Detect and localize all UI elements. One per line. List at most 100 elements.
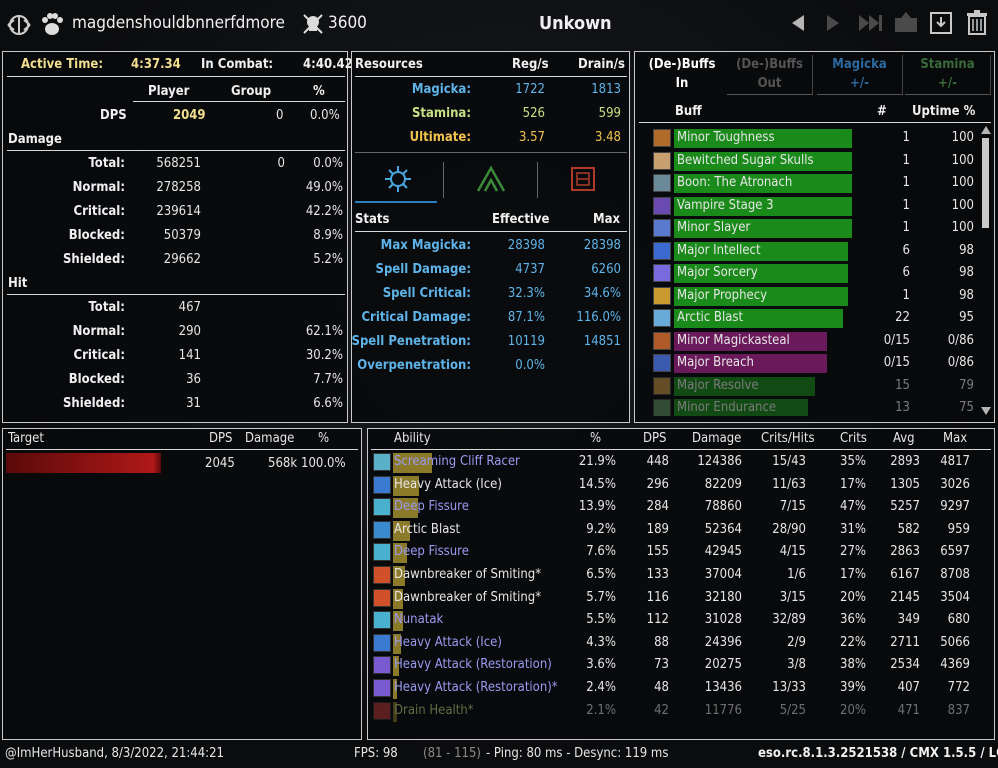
buffs-tab-3[interactable]: Stamina +/-: [905, 55, 991, 95]
damage-row-player: 50379: [163, 228, 201, 243]
player-name: magdenshouldbnnerfdmore: [72, 13, 285, 33]
ability-crits-hits: 15/43: [772, 454, 806, 469]
ability-icon: [373, 656, 391, 675]
ability-icon: [373, 679, 391, 697]
ability-row[interactable]: Heavy Attack (Ice) 4.3% 88 24396 2/9 22% 2711 5…: [368, 633, 994, 655]
target-health-bar[interactable]: [6, 453, 161, 473]
buff-name: Boon: The Atronach: [677, 175, 793, 190]
buff-icon: [653, 331, 671, 350]
col-crits: Crits: [840, 431, 867, 446]
buff-name: Minor Magickasteal: [677, 332, 790, 348]
buff-count: 1: [902, 220, 910, 235]
ability-list[interactable]: Screaming Cliff Racer 21.9% 448 124386 15/43…: [368, 451, 994, 737]
buff-icon: [653, 129, 671, 147]
buff-list[interactable]: Minor Toughness 1 100 Bewitched Sugar Skull…: [635, 124, 980, 416]
previous-fight-button[interactable]: [788, 13, 808, 33]
ability-row[interactable]: Nunatak 5.5% 112 31028 32/89 36% 349 680: [368, 610, 994, 632]
col-count: #: [877, 104, 887, 119]
save-icon[interactable]: [929, 11, 953, 35]
buff-row[interactable]: Major Resolve 15 79: [635, 376, 980, 398]
col-target: Target: [8, 431, 44, 446]
ability-row[interactable]: Heavy Attack (Ice) 14.5% 296 82209 11/63 17% 1…: [368, 475, 994, 497]
ability-name: Screaming Cliff Racer: [394, 454, 520, 469]
ability-max: 680: [947, 612, 970, 628]
stat-label: Overpenetration:: [357, 358, 471, 373]
buff-uptime: 100: [951, 130, 974, 145]
ability-pct: 4.3%: [586, 634, 616, 650]
stat-effective: 4737: [515, 262, 545, 277]
ability-icon: [373, 633, 391, 652]
scroll-down-icon[interactable]: [981, 407, 991, 415]
upload-icon[interactable]: [893, 12, 919, 34]
buff-row[interactable]: Minor Magickasteal 0/15 0/86: [635, 331, 980, 353]
ability-avg: 2145: [890, 589, 920, 605]
ability-row[interactable]: Drain Health* 2.1% 42 11776 5/25 20% 471 837: [368, 701, 994, 723]
ability-damage: 82209: [704, 476, 742, 492]
col-ability-pct: %: [590, 431, 602, 446]
buff-row[interactable]: Bewitched Sugar Skulls 1 100: [635, 151, 980, 173]
damage-section-title: Damage: [8, 132, 62, 147]
scroll-up-icon[interactable]: [981, 126, 991, 134]
buff-row[interactable]: Major Breach 0/15 0/86: [635, 353, 980, 375]
trash-icon[interactable]: [966, 10, 988, 36]
resource-reg: 1722: [515, 82, 545, 97]
ability-avg: 6167: [890, 567, 920, 582]
ability-icon: [373, 566, 391, 584]
divider: [537, 162, 538, 198]
buff-row[interactable]: Arctic Blast 22 95: [635, 308, 980, 330]
buff-count: 1: [902, 175, 910, 190]
ability-name: Heavy Attack (Ice): [394, 476, 502, 492]
buffs-tab-1[interactable]: (De-)Buffs Out: [727, 55, 813, 95]
buff-icon: [653, 174, 671, 192]
stamina-tab-icon[interactable]: [475, 164, 507, 194]
damage-row-player: 568251: [156, 156, 201, 171]
buffs-panel: (De-)Buffs In (De-)Buffs Out Magicka +/- St…: [634, 51, 995, 423]
buff-row[interactable]: Major Intellect 6 98: [635, 241, 980, 263]
health-tab-icon[interactable]: [568, 164, 598, 194]
ability-crits-hits: 1/6: [787, 567, 806, 582]
ability-pct: 2.4%: [586, 680, 616, 695]
buff-row[interactable]: Major Prophecy 1 98: [635, 286, 980, 308]
stat-max: 28398: [583, 238, 621, 253]
dps-group: 0: [276, 108, 284, 123]
ability-icon: [373, 475, 391, 494]
ability-crits-hits: 3/15: [779, 589, 806, 605]
col-buff: Buff: [675, 104, 702, 119]
hit-row-player: 467: [178, 300, 201, 315]
ability-row[interactable]: Heavy Attack (Restoration)* 2.4% 48 13436 13…: [368, 678, 994, 700]
buff-row[interactable]: Minor Slayer 1 100: [635, 218, 980, 240]
buff-row[interactable]: Vampire Stage 3 1 100: [635, 196, 980, 218]
ability-max: 837: [947, 702, 970, 718]
ability-max: 4369: [940, 657, 970, 673]
next-fight-button[interactable]: [823, 13, 843, 33]
buff-row[interactable]: Minor Endurance 13 75: [635, 398, 980, 416]
buffs-tab-0[interactable]: (De-)Buffs In: [639, 55, 725, 95]
ability-pct: 9.2%: [586, 521, 616, 537]
ability-damage: 31028: [704, 612, 742, 628]
buff-row[interactable]: Major Sorcery 6 98: [635, 263, 980, 285]
ability-row[interactable]: Deep Fissure 13.9% 284 78860 7/15 47% 5257 9297: [368, 497, 994, 519]
buff-icon: [653, 354, 671, 372]
ability-row[interactable]: Arctic Blast 9.2% 189 52364 28/90 31% 582 959: [368, 520, 994, 542]
buff-uptime: 98: [959, 287, 974, 303]
magicka-tab-icon[interactable]: [383, 164, 413, 194]
scrollbar-thumb[interactable]: [982, 138, 989, 228]
buff-uptime: 75: [959, 400, 974, 415]
hit-row-player: 290: [178, 324, 201, 339]
ability-row[interactable]: Screaming Cliff Racer 21.9% 448 124386 15/43…: [368, 452, 994, 474]
hit-row-label: Normal:: [72, 324, 125, 339]
buff-row[interactable]: Minor Toughness 1 100: [635, 128, 980, 150]
stat-label: Critical Damage:: [361, 310, 471, 325]
divider: [7, 150, 345, 151]
hit-row-player: 31: [186, 396, 201, 411]
ability-row[interactable]: Dawnbreaker of Smiting* 6.5% 133 37004 1/6 17…: [368, 565, 994, 587]
last-fight-button[interactable]: [857, 13, 883, 33]
fps-value: FPS: 98: [354, 746, 398, 761]
ability-row[interactable]: Dawnbreaker of Smiting* 5.7% 116 32180 3/15 2…: [368, 588, 994, 610]
ability-row[interactable]: Deep Fissure 7.6% 155 42945 4/15 27% 2863 6597: [368, 542, 994, 564]
buff-row[interactable]: Boon: The Atronach 1 100: [635, 173, 980, 195]
ability-row[interactable]: Heavy Attack (Restoration) 3.6% 73 20275 3/8…: [368, 655, 994, 677]
buff-name: Arctic Blast: [677, 310, 744, 325]
buff-scrollbar[interactable]: [980, 126, 991, 418]
buffs-tab-2[interactable]: Magicka +/-: [817, 55, 903, 95]
